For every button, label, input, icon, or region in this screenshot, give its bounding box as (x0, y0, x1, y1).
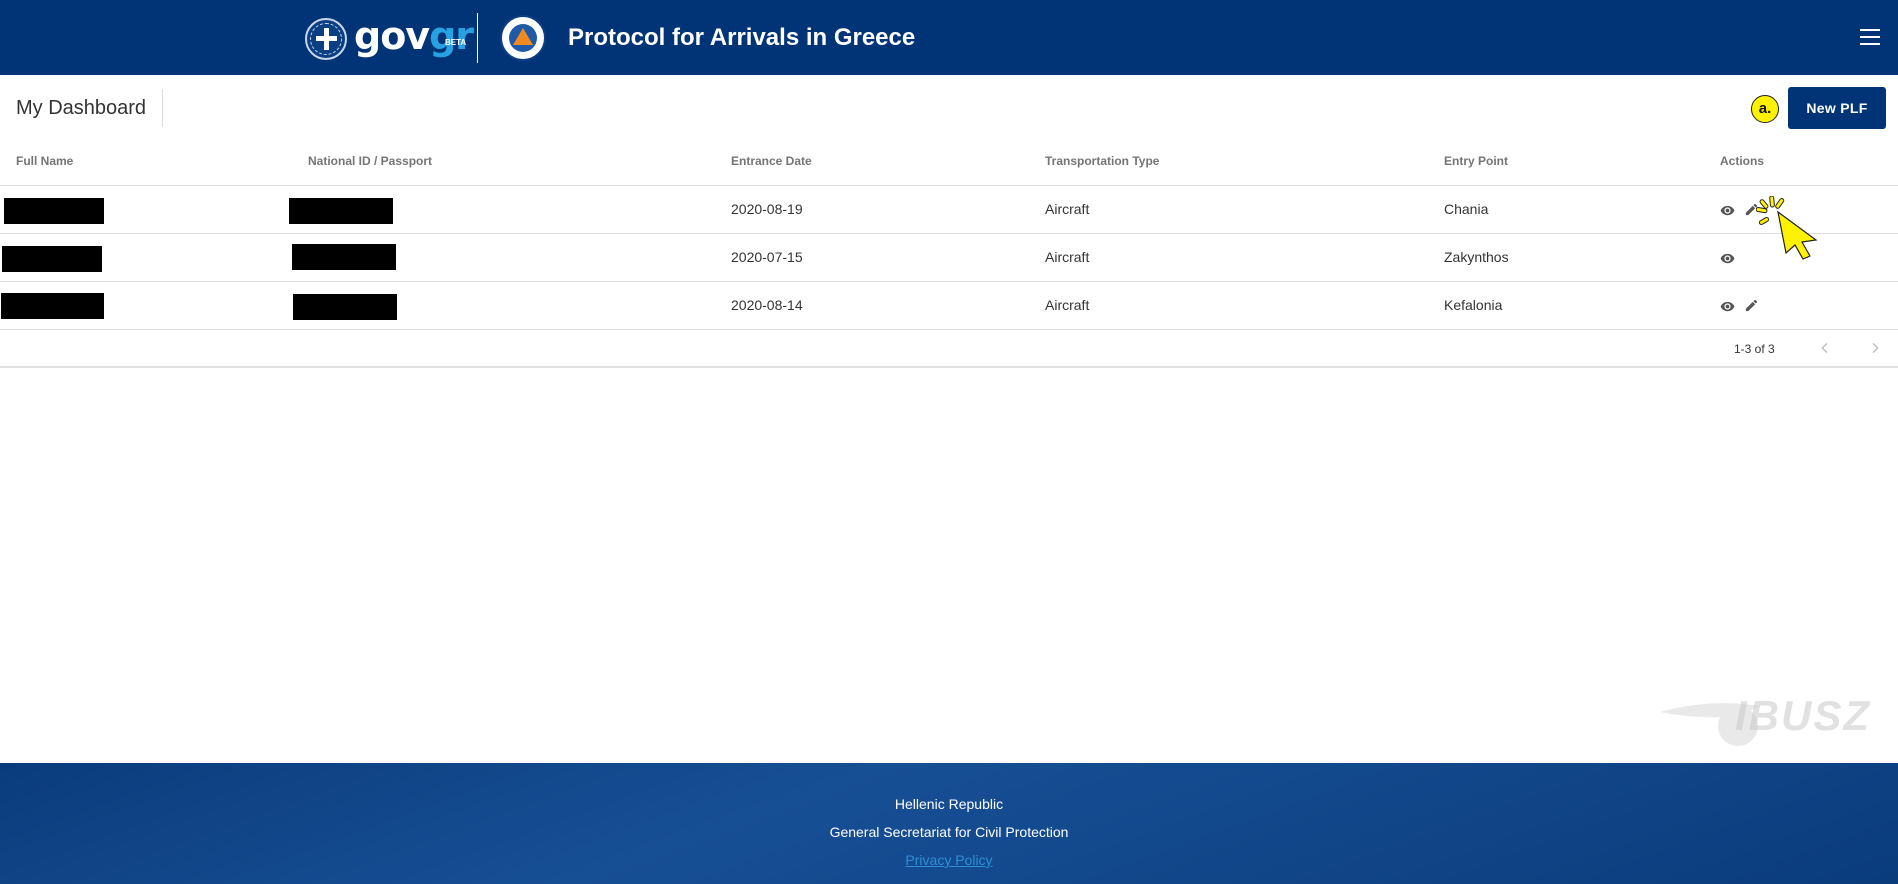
transport-type-cell: Aircraft (1045, 297, 1090, 313)
top-header: govgr BETA Protocol for Arrivals in Gree… (0, 0, 1898, 75)
watermark-text: IBUSZ (1735, 692, 1871, 739)
pointer-cursor-icon (1756, 196, 1818, 260)
dashboard-divider (162, 89, 163, 127)
civil-protection-emblem-icon (500, 15, 546, 61)
entrance-date-cell: 2020-07-15 (731, 249, 803, 265)
edit-icon[interactable] (1744, 298, 1759, 313)
footer-republic: Hellenic Republic (894, 796, 1004, 812)
column-header-full-name[interactable]: Full Name (16, 154, 73, 168)
table-header: Full Name National ID / Passport Entranc… (0, 140, 1898, 186)
redacted-full-name (1, 293, 104, 319)
table-row[interactable]: 2020-08-14 Aircraft Kefalonia (0, 282, 1898, 330)
column-header-transportation-type[interactable]: Transportation Type (1045, 154, 1159, 168)
entrance-date-cell: 2020-08-14 (731, 297, 803, 313)
entrance-date-cell: 2020-08-19 (731, 201, 803, 217)
entry-point-cell: Kefalonia (1444, 297, 1503, 313)
header-divider (477, 13, 478, 63)
entry-point-cell: Zakynthos (1444, 249, 1509, 265)
redacted-national-id (289, 198, 393, 224)
footer-privacy-wrap: Privacy Policy (0, 852, 1898, 868)
page-footer: Hellenic Republic General Secretariat fo… (0, 763, 1898, 884)
view-icon[interactable] (1720, 203, 1735, 218)
privacy-policy-link[interactable]: Privacy Policy (905, 852, 992, 868)
entry-point-cell: Chania (1444, 201, 1489, 217)
chevron-right-icon[interactable] (1867, 340, 1883, 356)
table-row[interactable]: 2020-07-15 Aircraft Zakynthos (0, 234, 1898, 282)
redacted-full-name (4, 198, 104, 224)
chevron-left-icon[interactable] (1817, 340, 1833, 356)
table-pagination: 1-3 of 3 (0, 330, 1898, 368)
view-icon[interactable] (1720, 299, 1735, 314)
table-row[interactable]: 2020-08-19 Aircraft Chania (0, 186, 1898, 234)
column-header-actions: Actions (1720, 154, 1765, 168)
hamburger-menu-icon[interactable] (1860, 29, 1880, 45)
annotation-badge: a. (1751, 95, 1779, 123)
footer-secretariat: General Secretariat for Civil Protection (829, 824, 1069, 840)
dashboard-title: My Dashboard (16, 97, 147, 119)
column-header-entrance-date[interactable]: Entrance Date (731, 154, 812, 168)
govgr-logo[interactable]: govgr (354, 14, 474, 58)
redacted-national-id (292, 244, 396, 270)
transport-type-cell: Aircraft (1045, 201, 1090, 217)
pagination-range: 1-3 of 3 (1734, 342, 1775, 356)
view-icon[interactable] (1720, 251, 1735, 266)
beta-label: BETA (445, 38, 467, 47)
greek-emblem-icon (305, 18, 347, 60)
transport-type-cell: Aircraft (1045, 249, 1090, 265)
redacted-national-id (293, 294, 397, 320)
new-plf-button[interactable]: New PLF (1788, 87, 1886, 129)
page-title: Protocol for Arrivals in Greece (568, 24, 916, 51)
column-header-national-id[interactable]: National ID / Passport (308, 154, 432, 168)
redacted-full-name (2, 246, 102, 272)
column-header-entry-point[interactable]: Entry Point (1444, 154, 1508, 168)
